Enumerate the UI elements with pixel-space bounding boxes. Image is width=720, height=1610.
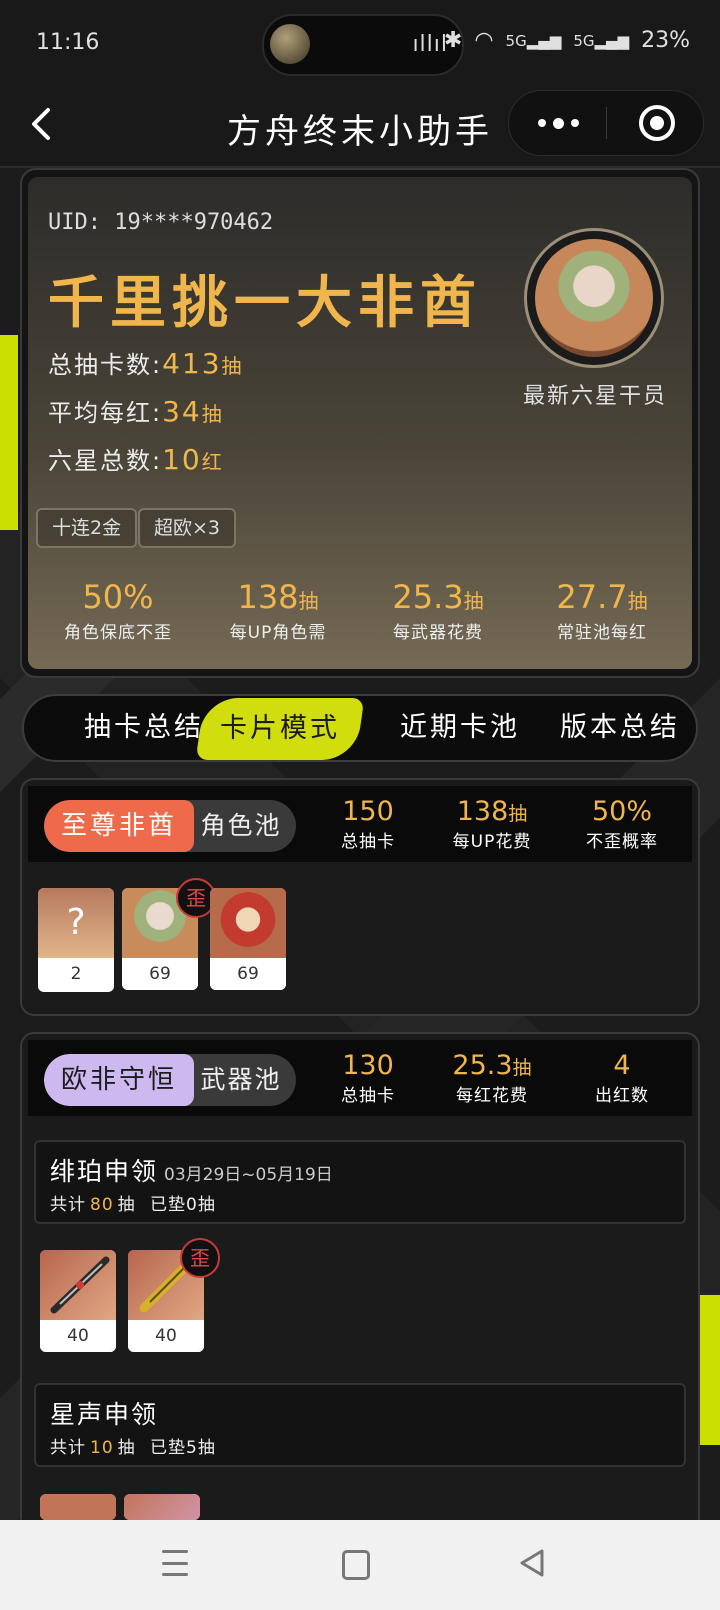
blade-icon: [50, 1256, 110, 1314]
banner-row[interactable]: 绯珀申领 03月29日~05月19日 共计 80 抽 已垫0抽: [34, 1140, 686, 1224]
pool-stat: 130 总抽卡: [341, 1050, 395, 1106]
summary-stat: 138抽 每UP角色需: [229, 578, 327, 643]
pull-count: 2: [38, 958, 114, 990]
system-nav-bar: [0, 1520, 720, 1610]
nickname: 千里挑一大非酋: [48, 271, 482, 336]
more-icon[interactable]: [535, 107, 581, 139]
pull-count: 40: [128, 1320, 204, 1352]
status-icons: ✱ ◠ 5G▂▄▆ 5G▂▄▆ 23%: [444, 28, 690, 53]
tab-card-mode[interactable]: 卡片模式: [195, 698, 365, 760]
signal-icon: 5G▂▄▆: [505, 31, 562, 50]
weapon-image: [124, 1494, 200, 1520]
tag-badge: 十连2金: [36, 508, 138, 548]
weapon-card[interactable]: [124, 1494, 200, 1520]
banner-title: 绯珀申领 03月29日~05月19日: [50, 1157, 333, 1186]
pool-stat: 25.3抽 每红花费: [452, 1050, 532, 1106]
tag-badge: 超欧×3: [138, 508, 237, 548]
stat-avg-per-red: 平均每红:34抽: [48, 395, 224, 428]
tab-recent-pools[interactable]: 近期卡池: [380, 696, 540, 760]
operator-card[interactable]: ? 2: [38, 888, 114, 992]
background-accent-right: [700, 1295, 720, 1445]
pool-rank-pill: 欧非守恒 武器池: [44, 1054, 296, 1106]
pool-name: 武器池: [200, 1065, 282, 1094]
capsule-divider: [606, 107, 607, 139]
pool-stat: 150 总抽卡: [341, 796, 395, 852]
banner-row[interactable]: 星声申领 共计 10 抽 已垫5抽: [34, 1383, 686, 1467]
uid-text: UID: 19****970462: [48, 210, 274, 235]
tab-version-summary[interactable]: 版本总结: [540, 696, 700, 760]
mini-program-capsule: [508, 90, 704, 156]
rank-label: 欧非守恒: [44, 1054, 194, 1106]
summary-stat: 27.7抽 常驻池每红: [556, 578, 648, 643]
rank-label: 至尊非酋: [44, 800, 194, 852]
dynamic-island[interactable]: ıllıl: [262, 14, 464, 76]
banner-title: 星声申领: [50, 1400, 159, 1429]
banner-summary: 共计 10 抽 已垫5抽: [50, 1438, 216, 1458]
avatar-caption: 最新六星干员: [522, 384, 667, 409]
character-pool-header: 至尊非酋 角色池 150 总抽卡 138抽 每UP花费 50% 不歪概率: [28, 786, 692, 862]
media-thumbnail: [270, 24, 310, 64]
pool-stat: 4 出红数: [595, 1050, 649, 1106]
operator-portrait: [210, 888, 286, 958]
status-time: 11:16: [36, 30, 100, 55]
background-accent-left: [0, 335, 18, 530]
status-bar: 11:16 ıllıl ✱ ◠ 5G▂▄▆ 5G▂▄▆ 23%: [0, 0, 720, 86]
avatar-image: [535, 239, 653, 357]
question-mark-icon: ?: [66, 902, 86, 943]
signal-icon-2: 5G▂▄▆: [573, 31, 630, 50]
pool-stat: 138抽 每UP花费: [452, 796, 532, 852]
weapon-card[interactable]: [40, 1494, 116, 1520]
summary-stat: 25.3抽 每武器花费: [392, 578, 484, 643]
weapon-pool-header: 欧非守恒 武器池 130 总抽卡 25.3抽 每红花费 4 出红数: [28, 1040, 692, 1116]
home-square-icon[interactable]: [342, 1550, 370, 1580]
stat-total-pulls: 总抽卡数:413抽: [48, 347, 244, 380]
recents-menu-icon[interactable]: [162, 1550, 188, 1576]
banner-date: 03月29日~05月19日: [164, 1165, 333, 1185]
latest-operator-avatar[interactable]: [524, 228, 664, 368]
banner-summary: 共计 80 抽 已垫0抽: [50, 1195, 216, 1215]
summary-stat: 50% 角色保底不歪: [64, 578, 172, 643]
back-triangle-icon[interactable]: [518, 1548, 546, 1578]
pull-count: 69: [210, 958, 286, 990]
pull-count: 40: [40, 1320, 116, 1352]
pool-rank-pill: 至尊非酋 角色池: [44, 800, 296, 852]
view-tabs: 抽卡总结 卡片模式 近期卡池 版本总结: [22, 694, 698, 762]
weapon-image: [40, 1494, 116, 1520]
off-banner-badge: 歪: [180, 1238, 220, 1278]
pool-name: 角色池: [200, 811, 282, 840]
close-target-icon[interactable]: [639, 105, 675, 141]
operator-card[interactable]: 69: [210, 888, 286, 990]
bluetooth-icon: ✱: [443, 28, 463, 53]
pool-stat: 50% 不歪概率: [586, 796, 658, 852]
weapon-card[interactable]: 40: [40, 1250, 116, 1352]
pull-count: 69: [122, 958, 198, 990]
wifi-icon: ◠: [474, 28, 494, 53]
weapon-image: [40, 1250, 116, 1320]
stat-six-star-total: 六星总数:10红: [48, 443, 224, 476]
app-header: 方舟终末小助手: [0, 86, 720, 168]
audio-wave-icon: ıllıl: [412, 32, 448, 57]
battery-level: 23%: [641, 28, 690, 53]
